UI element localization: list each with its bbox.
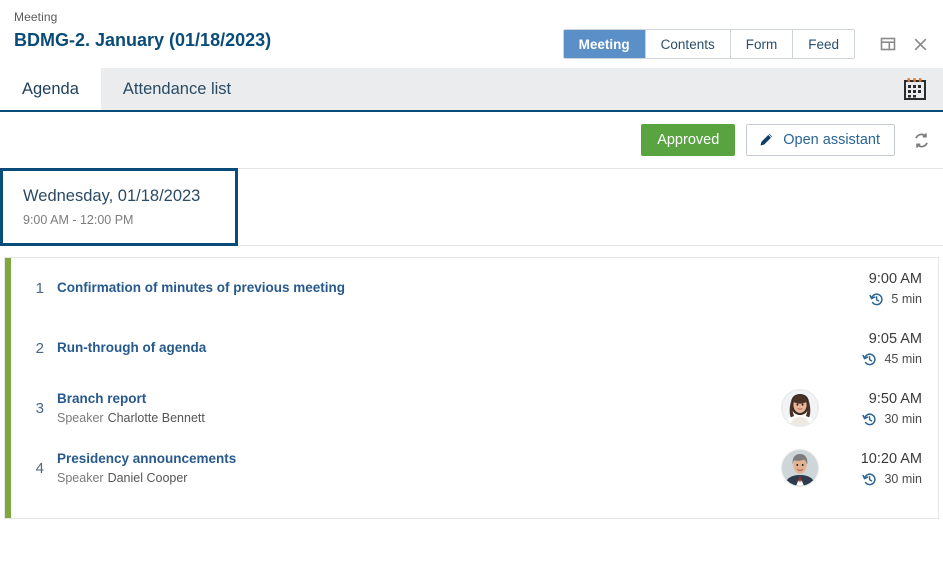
agenda-item-row[interactable]: 1 Confirmation of minutes of previous me… [11,258,938,318]
section-tabbar: Agenda Attendance list [0,68,943,112]
meeting-date-strip: Wednesday, 01/18/2023 9:00 AM - 12:00 PM [0,168,943,246]
open-assistant-label: Open assistant [783,132,880,148]
agenda-item-start-time: 9:00 AM [868,270,922,287]
agenda-item-title: Branch report [57,391,147,406]
agenda-item-start-time: 9:05 AM [868,330,922,347]
agenda-item-row[interactable]: 4 Presidency announcements Speaker Daniel… [11,438,938,498]
agenda-item-content: Presidency announcements Speaker Daniel C… [57,450,782,486]
meeting-time-range: 9:00 AM - 12:00 PM [23,213,134,227]
agenda-item-duration-label: 45 min [884,352,922,366]
speaker-label: Speaker [57,471,104,485]
window-controls [869,31,933,57]
speaker-name: Daniel Cooper [107,471,188,485]
agenda-item-speaker: Speaker Charlotte Bennett [57,410,782,426]
meeting-day-card[interactable]: Wednesday, 01/18/2023 9:00 AM - 12:00 PM [0,168,238,246]
history-clock-icon [869,292,884,307]
avatar[interactable] [782,390,818,426]
history-clock-icon [862,412,877,427]
view-tab-form[interactable]: Form [730,30,794,58]
page-header: Meeting BDMG-2. January (01/18/2023) Mee… [0,0,943,68]
agenda-item-duration-label: 5 min [891,292,922,306]
view-switcher: Meeting Contents Form Feed [562,29,855,59]
avatar[interactable] [782,450,818,486]
agenda-item-timing: 9:00 AM 5 min [830,270,922,307]
pencil-icon [758,132,774,148]
speaker-name: Charlotte Bennett [107,411,205,425]
agenda-item-timing: 10:20 AM 30 min [830,450,922,487]
agenda-items-card: 1 Confirmation of minutes of previous me… [5,258,938,518]
agenda-item-title: Run-through of agenda [57,340,207,355]
agenda-item-content: Branch report Speaker Charlotte Bennett [57,390,782,426]
header-title-block: Meeting BDMG-2. January (01/18/2023) [14,10,271,52]
agenda-item-row[interactable]: 2 Run-through of agenda 9:05 AM 45 min [11,318,938,378]
agenda-item-start-time: 9:50 AM [868,390,922,407]
panel-layout-icon[interactable] [875,31,901,57]
agenda-item-duration-label: 30 min [884,412,922,426]
page-title: BDMG-2. January (01/18/2023) [14,30,272,50]
agenda-item-timing: 9:50 AM 30 min [830,390,922,427]
agenda-item-duration: 30 min [830,472,922,487]
close-icon[interactable] [907,31,933,57]
tab-attendance-list[interactable]: Attendance list [101,68,253,110]
history-clock-icon [862,352,877,367]
agenda-item-content: Confirmation of minutes of previous meet… [57,279,830,297]
agenda-item-number: 2 [35,339,44,357]
view-tab-meeting[interactable]: Meeting [563,30,646,58]
agenda-toolbar: Approved Open assistant [0,112,943,168]
agenda-item-timing: 9:05 AM 45 min [830,330,922,367]
agenda-item-meta: 9:05 AM 45 min [830,330,922,367]
agenda-item-title: Presidency announcements [57,451,237,466]
agenda-item-duration: 30 min [830,412,922,427]
agenda-item-number: 3 [35,399,44,417]
status-badge-approved[interactable]: Approved [641,124,736,156]
agenda-item-number: 1 [35,279,44,297]
refresh-icon[interactable] [909,128,933,152]
agenda-item-meta: 9:50 AM 30 min [782,390,922,427]
tab-agenda[interactable]: Agenda [0,68,101,110]
history-clock-icon [862,472,877,487]
agenda-item-duration: 45 min [830,352,922,367]
agenda-item-row[interactable]: 3 Branch report Speaker Charlotte Bennett [11,378,938,438]
agenda-item-meta: 9:00 AM 5 min [830,270,922,307]
agenda-item-duration: 5 min [830,292,922,307]
agenda-item-start-time: 10:20 AM [860,450,922,467]
open-assistant-button[interactable]: Open assistant [746,124,895,156]
calendar-icon[interactable] [903,76,929,102]
speaker-label: Speaker [57,411,104,425]
view-tab-feed[interactable]: Feed [793,30,854,58]
agenda-item-duration-label: 30 min [884,472,922,486]
agenda-item-meta: 10:20 AM 30 min [782,450,922,487]
agenda-item-content: Run-through of agenda [57,339,830,357]
page-bottom-area [0,524,943,562]
object-kind-label: Meeting [14,10,58,24]
agenda-item-title: Confirmation of minutes of previous meet… [57,280,346,295]
meeting-date-label: Wednesday, 01/18/2023 [23,187,201,205]
agenda-item-number: 4 [35,459,44,477]
agenda-item-speaker: Speaker Daniel Cooper [57,470,782,486]
header-controls: Meeting Contents Form Feed [562,29,933,59]
view-tab-contents[interactable]: Contents [645,30,731,58]
